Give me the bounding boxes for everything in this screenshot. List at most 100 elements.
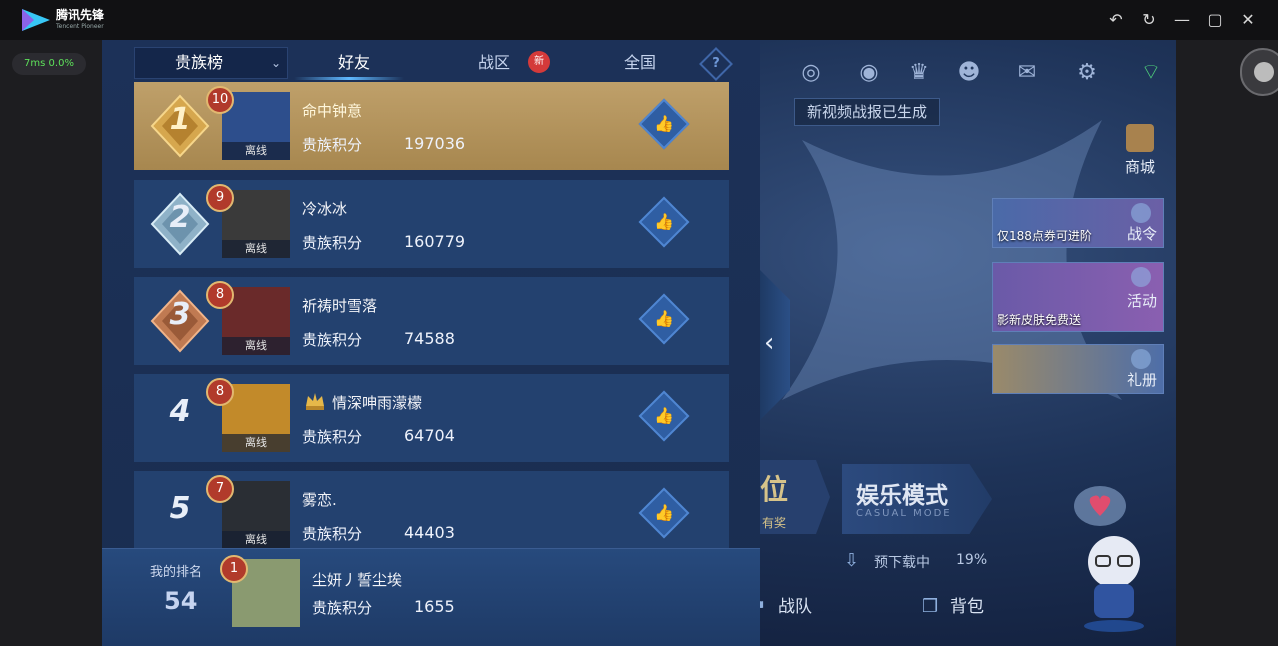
eye-icon[interactable]: ◉ [854, 58, 884, 88]
thumbs-up-icon: 👍 [654, 309, 674, 328]
chevron-left-icon: ‹ [764, 328, 775, 358]
rank-number: 5 [169, 491, 191, 526]
player-name: 雾恋. [302, 491, 337, 509]
shop-label: 商城 [1124, 158, 1155, 176]
score-label: 贵族积分 [302, 525, 363, 543]
bag-label: 背包 [950, 597, 984, 617]
predownload-status[interactable]: ⇩ 预下载中 19% [844, 548, 1034, 574]
leaderboard-panel: 贵族榜 ⌄ 好友 战区 新 全国 ? 1 离线 10 命中钟意 贵族积分 197… [102, 40, 760, 646]
leaderboard-type-dropdown[interactable]: 贵族榜 ⌄ [134, 47, 288, 79]
casual-mode-button[interactable]: 娱乐模式 CASUAL MODE [842, 464, 992, 534]
help-glyph: ? [712, 56, 720, 71]
my-noble-level-badge: 1 [220, 555, 248, 583]
leaderboard-row[interactable]: 3 离线 8 祈祷时雪落 贵族积分 74588 👍 [134, 277, 729, 365]
leaderboard-row[interactable]: 5 离线 7 雾恋. 贵族积分 44403 👍 [134, 471, 729, 559]
event-promo[interactable]: 影新皮肤免费送 活动 [992, 262, 1164, 332]
event-text: 影新皮肤免费送 [997, 313, 1082, 327]
title-bar: 腾讯先锋 Tencent Pioneer ↶ ↻ — ▢ ✕ [0, 0, 1278, 40]
thumbs-up-icon: 👍 [654, 212, 674, 231]
thumbs-up-icon: 👍 [654, 406, 674, 425]
leaderboard-row[interactable]: 2 离线 9 冷冰冰 贵族积分 160779 👍 [134, 180, 729, 268]
thumbs-up-icon: 👍 [654, 114, 674, 133]
score-value: 44403 [404, 523, 455, 542]
ranked-mode-label: 位 [760, 473, 789, 506]
my-rank-label: 我的排名 [150, 565, 203, 580]
battle-pass-text: 仅188点券可进阶 [997, 229, 1092, 243]
mascot-character-icon[interactable] [1072, 484, 1172, 634]
back-icon[interactable]: ↶ [1106, 10, 1126, 30]
online-status: 离线 [222, 240, 290, 258]
casual-mode-label: 娱乐模式 [856, 483, 948, 509]
svip-crown-icon [306, 393, 324, 410]
close-button[interactable]: ✕ [1238, 10, 1258, 30]
refresh-icon[interactable]: ↻ [1139, 10, 1159, 30]
settings-gear-icon[interactable]: ⚙ [1072, 58, 1102, 88]
thumbs-up-icon: 👍 [654, 503, 674, 522]
download-icon: ⇩ [844, 550, 860, 571]
event-label: 活动 [1126, 292, 1157, 310]
app-name: 腾讯先锋 [56, 8, 105, 22]
online-status: 离线 [222, 142, 290, 160]
my-rank-number: 54 [164, 587, 198, 615]
like-button[interactable]: 👍 [638, 390, 690, 442]
noble-level-badge: 7 [206, 475, 234, 503]
score-label: 贵族积分 [302, 136, 363, 154]
battle-pass-label: 战令 [1126, 225, 1157, 243]
tab-nation[interactable]: 全国 [592, 46, 688, 80]
like-button[interactable]: 👍 [638, 196, 690, 248]
my-player-name: 尘妍丿誓尘埃 [312, 571, 403, 589]
noble-level-badge: 9 [206, 184, 234, 212]
like-button[interactable]: 👍 [638, 487, 690, 539]
rank-number: 1 [169, 102, 191, 137]
tab-friends[interactable]: 好友 [306, 46, 402, 80]
chevron-down-icon: ⌄ [270, 56, 281, 70]
ranked-mode-button[interactable]: 位 有奖 [760, 460, 830, 534]
battle-pass-promo[interactable]: 仅188点券可进阶 战令 [992, 198, 1164, 248]
leaderboard-tabs: 贵族榜 ⌄ 好友 战区 新 全国 ? [134, 46, 733, 81]
rank-number: 4 [169, 394, 191, 429]
minimize-button[interactable]: — [1172, 10, 1192, 30]
event-icon [1131, 267, 1151, 287]
casual-mode-sub: CASUAL MODE [856, 508, 952, 519]
leaderboard-row[interactable]: 4 离线 8 情深呻雨濛檬 贵族积分 64704 👍 [134, 374, 729, 462]
bag-icon: ❒ [922, 596, 939, 617]
radar-icon[interactable]: ◎ [796, 58, 826, 88]
predownload-percent: 19% [956, 552, 988, 568]
new-badge: 新 [528, 51, 550, 73]
gift-book-label: 礼册 [1126, 371, 1157, 389]
mail-icon[interactable]: ✉ [1012, 58, 1042, 88]
player-name: 冷冰冰 [302, 200, 348, 218]
like-button[interactable]: 👍 [638, 98, 690, 150]
player-name: 命中钟意 [302, 102, 363, 120]
player-name: 祈祷时雪落 [302, 297, 378, 315]
friends-icon[interactable]: ☻ [954, 58, 984, 88]
online-status: 离线 [222, 531, 290, 549]
video-report-notice[interactable]: 新视频战报已生成 [794, 98, 941, 126]
noble-level-badge: 8 [206, 378, 234, 406]
gift-book-icon [1131, 349, 1151, 369]
shop-icon [1126, 124, 1154, 152]
score-label: 贵族积分 [302, 331, 363, 349]
score-value: 64704 [404, 426, 455, 445]
floating-tool-button[interactable] [1240, 48, 1278, 96]
maximize-button[interactable]: ▢ [1205, 10, 1225, 30]
leaderboard-row[interactable]: 1 离线 10 命中钟意 贵族积分 197036 👍 [134, 82, 729, 170]
ranked-mode-sub: 有奖 [762, 516, 787, 530]
score-value: 160779 [404, 232, 466, 251]
score-value: 197036 [404, 134, 466, 153]
trophy-icon[interactable]: ♛ [904, 58, 934, 88]
predownload-label: 预下载中 [874, 555, 930, 571]
help-icon[interactable]: ? [699, 47, 733, 81]
player-name: 情深呻雨濛檬 [332, 394, 423, 412]
app-subtitle: Tencent Pioneer [56, 23, 104, 30]
like-button[interactable]: 👍 [638, 293, 690, 345]
team-label: 战队 [778, 597, 812, 617]
app-logo-icon [22, 9, 50, 31]
rank-number: 3 [169, 297, 191, 332]
battle-pass-icon [1131, 203, 1151, 223]
bag-button[interactable]: ❒ 背包 [922, 592, 984, 618]
game-screen: ◎ ◉ ♛ ☻ ✉ ⚙ ⌔ 新视频战报已生成 商城 仅188点券可进阶 战令 影… [102, 40, 1176, 646]
shop-button[interactable]: 商城 [1120, 124, 1160, 177]
my-rank-bar: 我的排名 54 1 尘妍丿誓尘埃 贵族积分 1655 [102, 548, 760, 646]
gift-book-promo[interactable]: 礼册 [992, 344, 1164, 394]
